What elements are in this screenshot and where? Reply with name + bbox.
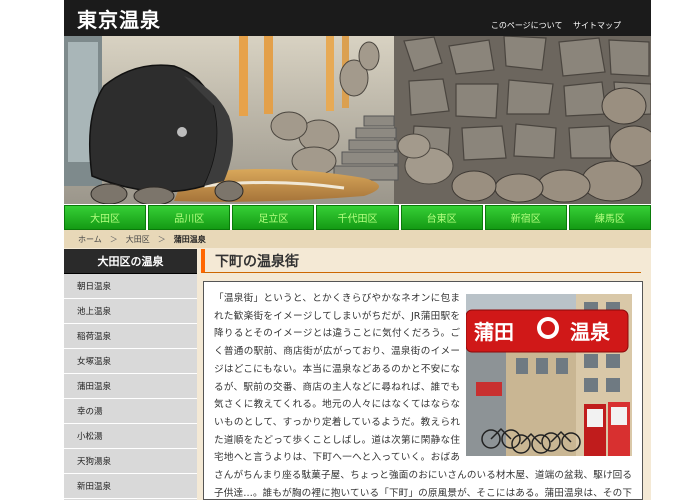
breadcrumb: ホーム ＞ 大田区 ＞ 蒲田温泉 <box>64 230 651 248</box>
sign-text-kamata: 蒲田 <box>474 320 514 344</box>
sidebar-item-kamata[interactable]: 蒲田温泉 <box>64 374 197 399</box>
page-title: 下町の温泉街 <box>201 249 641 273</box>
nav-chiyoda[interactable]: 千代田区 <box>316 205 399 230</box>
nav-nerima[interactable]: 練馬区 <box>568 205 651 230</box>
breadcrumb-separator: ＞ <box>109 234 118 244</box>
sidebar-item-komatsuyu[interactable]: 小松湯 <box>64 424 197 449</box>
hero-image <box>64 36 651 204</box>
kamata-onsen-photo: 蒲田 温泉 <box>466 294 632 456</box>
breadcrumb-current: 蒲田温泉 <box>173 234 206 244</box>
sidebar-item-asahi[interactable]: 朝日温泉 <box>64 274 197 299</box>
site-title[interactable]: 東京温泉 <box>77 4 161 33</box>
nav-label: 千代田区 <box>337 214 378 225</box>
nav-shinagawa[interactable]: 品川区 <box>148 205 231 230</box>
nav-label: 練馬区 <box>594 214 625 225</box>
sidebar-item-inari[interactable]: 稲荷温泉 <box>64 324 197 349</box>
article-box: 蒲田 温泉 「温泉街」というと、とかくきらびやかなネオンに包まれた歓楽街をイメー… <box>203 281 643 500</box>
site-header: 東京温泉 このページについて サイトマップ <box>64 0 651 36</box>
sitemap-link[interactable]: サイトマップ <box>573 21 621 30</box>
nav-label: 足立区 <box>258 214 289 225</box>
nav-label: 品川区 <box>174 214 205 225</box>
nav-ota[interactable]: 大田区 <box>64 205 147 230</box>
nav-label: 台東区 <box>426 214 457 225</box>
sidebar-item-tenguyu[interactable]: 天狗湯泉 <box>64 449 197 474</box>
article-text-container: 蒲田 温泉 「温泉街」というと、とかくきらびやかなネオンに包まれた歓楽街をイメー… <box>204 282 642 499</box>
nav-label: 新宿区 <box>510 214 541 225</box>
sign-text-onsen: 温泉 <box>570 320 611 344</box>
sidebar-item-ikegami[interactable]: 池上温泉 <box>64 299 197 324</box>
sidebar-item-onnazuka[interactable]: 女塚温泉 <box>64 349 197 374</box>
sidebar-item-sachinoyu[interactable]: 幸の湯 <box>64 399 197 424</box>
sidebar-item-nitta[interactable]: 新田温泉 <box>64 474 197 499</box>
top-links: このページについて サイトマップ <box>483 20 621 31</box>
nav-taito[interactable]: 台東区 <box>400 205 483 230</box>
breadcrumb-separator: ＞ <box>157 234 166 244</box>
about-page-link[interactable]: このページについて <box>491 21 563 30</box>
sidebar: 大田区の温泉 朝日温泉 池上温泉 稲荷温泉 女塚温泉 蒲田温泉 幸の湯 小松湯 … <box>64 249 197 500</box>
nav-shinjuku[interactable]: 新宿区 <box>484 205 567 230</box>
nav-label: 大田区 <box>90 214 121 225</box>
nav-adachi[interactable]: 足立区 <box>232 205 315 230</box>
sidebar-title: 大田区の温泉 <box>64 249 197 274</box>
breadcrumb-home[interactable]: ホーム <box>78 234 102 245</box>
breadcrumb-parent[interactable]: 大田区 <box>126 234 150 245</box>
main-nav: 大田区 品川区 足立区 千代田区 台東区 新宿区 練馬区 <box>64 205 651 230</box>
